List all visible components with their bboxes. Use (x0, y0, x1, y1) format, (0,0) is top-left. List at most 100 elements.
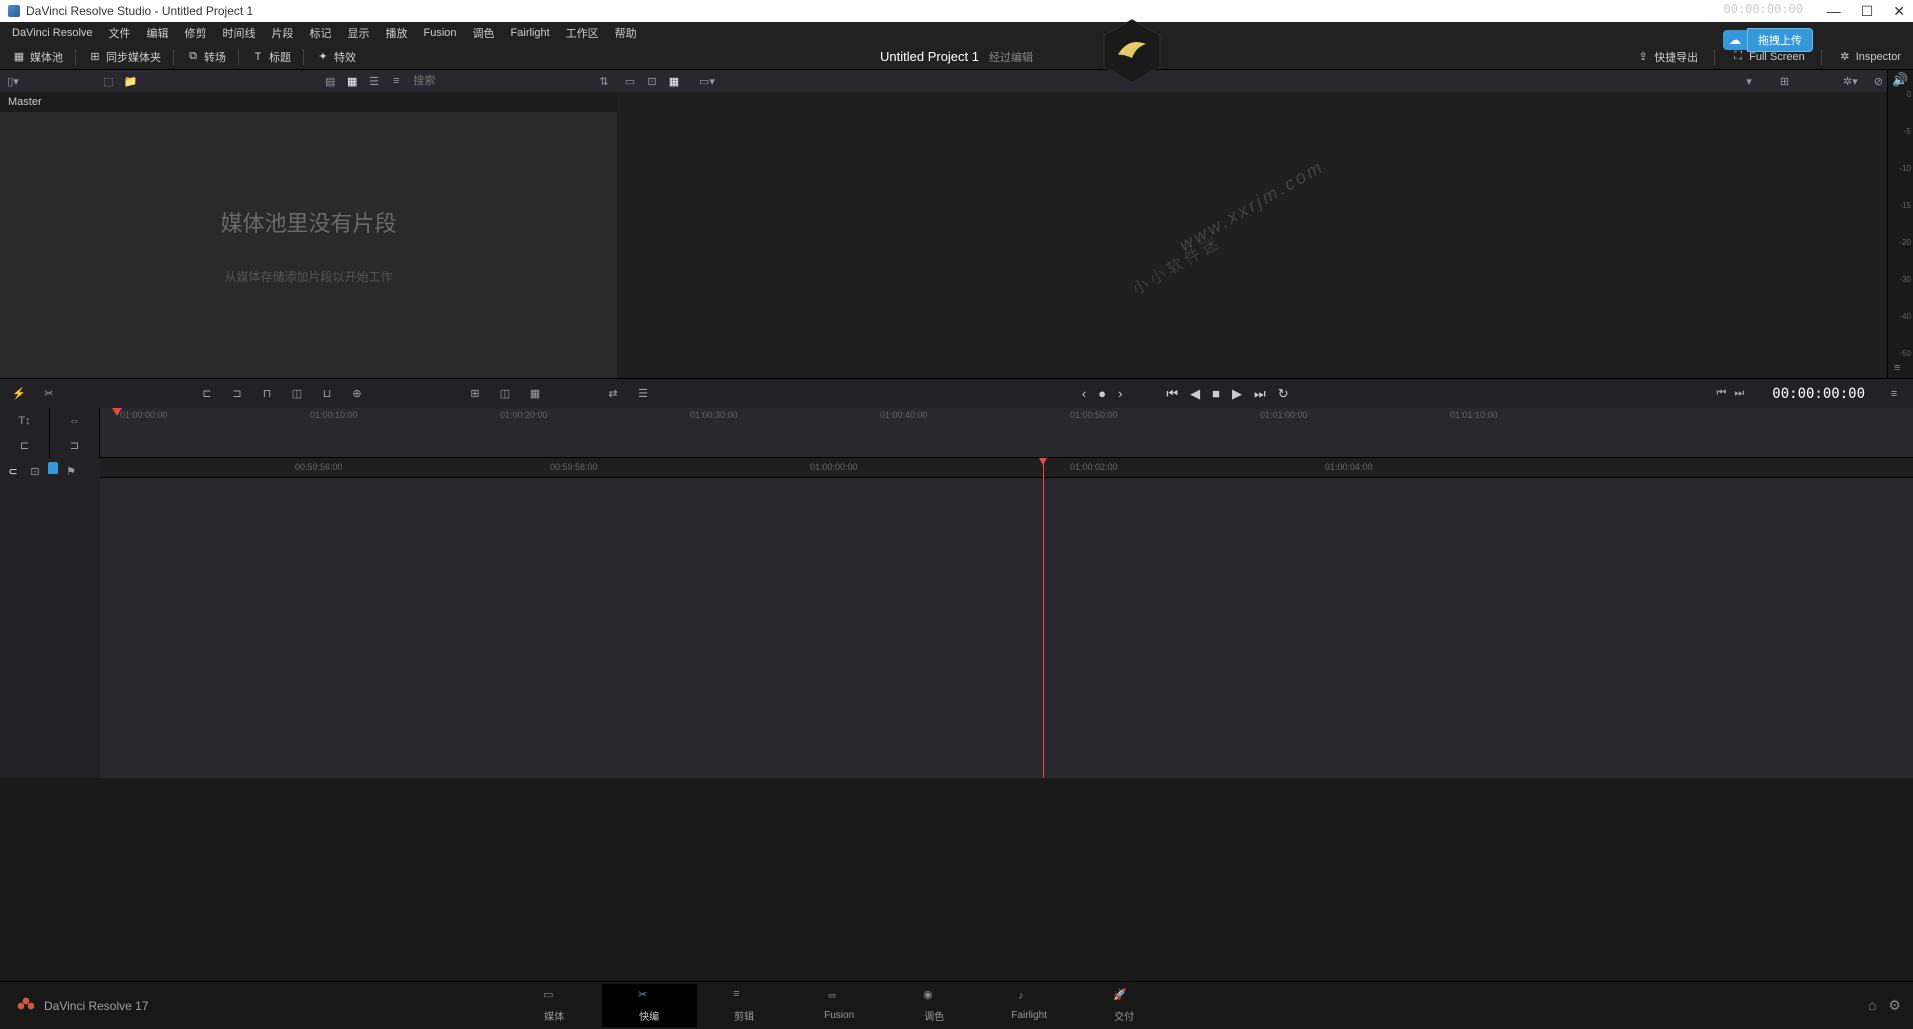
media-search-input[interactable] (409, 73, 591, 89)
sort-icon[interactable]: ⇅ (595, 73, 613, 89)
menu-时间线[interactable]: 时间线 (215, 25, 264, 41)
quick-export-button[interactable]: ⇪ 快捷导出 (1628, 47, 1706, 67)
menu-davinci-resolve[interactable]: DaVinci Resolve (4, 27, 101, 39)
viewer-mode-dropdown[interactable]: ▭▾ (699, 75, 715, 88)
volume-icon[interactable]: 🔊 (1892, 72, 1908, 88)
close-button[interactable]: ✕ (1893, 3, 1905, 20)
menu-播放[interactable]: 播放 (378, 25, 416, 41)
dynamic-zoom-icon[interactable]: ◫ (494, 384, 516, 404)
play-reverse-button[interactable]: ◀ (1190, 386, 1200, 402)
bird-logo (1097, 16, 1167, 86)
nav-page-edit[interactable]: ≡剪辑 (697, 984, 792, 1027)
nav-page-fairlight[interactable]: ♪Fairlight (982, 984, 1077, 1027)
prev-clip-icon[interactable]: ⏮ (1716, 387, 1726, 400)
nav-page-media[interactable]: ▭媒体 (507, 984, 602, 1027)
tools-dropdown-icon[interactable]: ⊞ (464, 384, 486, 404)
minimize-button[interactable]: — (1827, 3, 1841, 20)
nav-page-fusion[interactable]: ∞Fusion (792, 984, 887, 1027)
home-icon[interactable]: ⌂ (1868, 997, 1876, 1014)
viewer-canvas[interactable]: www.xxrjm.com 小小软件迷 (617, 92, 1887, 378)
playback-controls: ‹ ● › ⏮ ◀ ■ ▶ ⏭ ↻ (1082, 386, 1289, 402)
menu-帮助[interactable]: 帮助 (607, 25, 645, 41)
menu-fusion[interactable]: Fusion (416, 27, 465, 39)
ruler-tick: 01:00:02:00 (1070, 462, 1118, 472)
cloud-icon: ☁ (1723, 30, 1747, 50)
nav-page-cut[interactable]: ✂快编 (602, 984, 697, 1027)
menu-调色[interactable]: 调色 (465, 25, 503, 41)
db-label: -40 (1899, 312, 1911, 321)
meter-menu-icon[interactable]: ≡ (1894, 362, 1900, 374)
safe-area-icon[interactable]: ⊞ (1780, 75, 1789, 88)
split-icon[interactable]: ✂ (38, 384, 60, 404)
timeline-ruler-overview[interactable]: 01:00:00:0001:00:10:0001:00:20:0001:00:3… (100, 408, 1913, 458)
swap-icon[interactable]: ⇄ (602, 384, 624, 404)
first-frame-button[interactable]: ⏮ (1166, 386, 1178, 402)
effects-toggle[interactable]: ✦ 特效 (308, 47, 364, 67)
transitions-toggle[interactable]: ⧉ 转场 (178, 47, 234, 67)
timeline-options-icon[interactable]: ≡ (1883, 384, 1905, 404)
menu-编辑[interactable]: 编辑 (139, 25, 177, 41)
ruler-tick: 01:00:50:00 (1070, 410, 1118, 420)
snap-icon[interactable]: ⊂ (4, 462, 22, 480)
inspector-toggle[interactable]: ✲ Inspector (1830, 48, 1909, 66)
link-icon[interactable]: ⊡ (26, 462, 44, 480)
nav-page-color[interactable]: ◉调色 (887, 984, 982, 1027)
menu-显示[interactable]: 显示 (340, 25, 378, 41)
place-on-top-icon[interactable]: ⊔ (316, 384, 338, 404)
tools-icon[interactable]: ✲▾ (1843, 75, 1858, 88)
media-pool-toggle[interactable]: ▦ 媒体池 (4, 47, 71, 67)
timeline-view-icon[interactable]: ▦ (665, 75, 683, 88)
settings-sliders-icon[interactable]: ☰ (632, 384, 654, 404)
source-tape-icon[interactable]: ▭ (621, 75, 639, 88)
timeline-mode-b-icon[interactable]: ⇔ (50, 408, 100, 433)
playhead-main[interactable] (1043, 458, 1044, 778)
timeline-tracks[interactable]: 00:59:56:0000:59:58:0001:00:00:0001:00:0… (100, 458, 1913, 778)
video-only-icon[interactable]: ⊏ (0, 433, 50, 458)
maximize-button[interactable]: ☐ (1861, 3, 1874, 20)
prev-edit-icon[interactable]: ‹ (1082, 386, 1086, 401)
append-icon[interactable]: ⊐ (226, 384, 248, 404)
import-icon[interactable]: ⬚ (100, 73, 118, 89)
loop-button[interactable]: ↻ (1278, 386, 1289, 402)
folder-icon[interactable]: 📁 (122, 73, 140, 89)
list-view-icon[interactable]: ≡ (387, 73, 405, 89)
bin-view-icon[interactable]: ▯▾ (4, 73, 22, 89)
ripple-overwrite-icon[interactable]: ⊓ (256, 384, 278, 404)
media-pool-body[interactable]: 媒体池里没有片段 从媒体存储添加片段以开始工作 (0, 112, 617, 378)
source-clip-icon[interactable]: ⊡ (643, 75, 661, 88)
nav-page-deliver[interactable]: 🚀交付 (1077, 984, 1172, 1027)
menu-片段[interactable]: 片段 (264, 25, 302, 41)
next-edit-icon[interactable]: › (1118, 386, 1122, 401)
closeup-icon[interactable]: ◫ (286, 384, 308, 404)
titles-toggle[interactable]: T 标题 (243, 47, 299, 67)
marker-dot-icon[interactable]: ● (1098, 386, 1106, 401)
boring-detector-icon[interactable]: ⚡ (8, 384, 30, 404)
smart-insert-icon[interactable]: ⊏ (196, 384, 218, 404)
flag-icon[interactable]: ⚑ (62, 462, 80, 480)
stop-button[interactable]: ■ (1212, 386, 1220, 401)
upload-widget[interactable]: ☁ 拖拽上传 (1723, 28, 1813, 52)
menu-fairlight[interactable]: Fairlight (503, 27, 558, 39)
project-settings-icon[interactable]: ⚙ (1888, 997, 1901, 1014)
ruler-tick: 01:00:40:00 (880, 410, 928, 420)
menu-标记[interactable]: 标记 (302, 25, 340, 41)
strip-view-icon[interactable]: ☰ (365, 73, 383, 89)
metadata-view-icon[interactable]: ▤ (321, 73, 339, 89)
menu-文件[interactable]: 文件 (101, 25, 139, 41)
thumbnail-view-icon[interactable]: ▦ (343, 73, 361, 89)
audio-only-icon[interactable]: ⊐ (50, 433, 100, 458)
last-frame-button[interactable]: ⏭ (1254, 386, 1266, 402)
menu-修剪[interactable]: 修剪 (177, 25, 215, 41)
bypass-icon[interactable]: ⊘ (1874, 75, 1883, 88)
source-overwrite-icon[interactable]: ⊕ (346, 384, 368, 404)
track-area[interactable] (100, 478, 1913, 778)
marker-icon[interactable] (48, 462, 58, 474)
viewer-zoom-dropdown[interactable]: ▾ (1746, 75, 1752, 88)
transport-timecode[interactable]: 00:00:00:00 (1772, 386, 1865, 402)
sync-bin-toggle[interactable]: ⊞ 同步媒体夹 (80, 47, 169, 67)
timeline-mode-a-icon[interactable]: T↕ (0, 408, 50, 433)
grid-icon[interactable]: ▦ (524, 384, 546, 404)
play-button[interactable]: ▶ (1232, 386, 1242, 402)
next-clip-icon[interactable]: ⏭ (1734, 387, 1744, 400)
menu-工作区[interactable]: 工作区 (558, 25, 607, 41)
